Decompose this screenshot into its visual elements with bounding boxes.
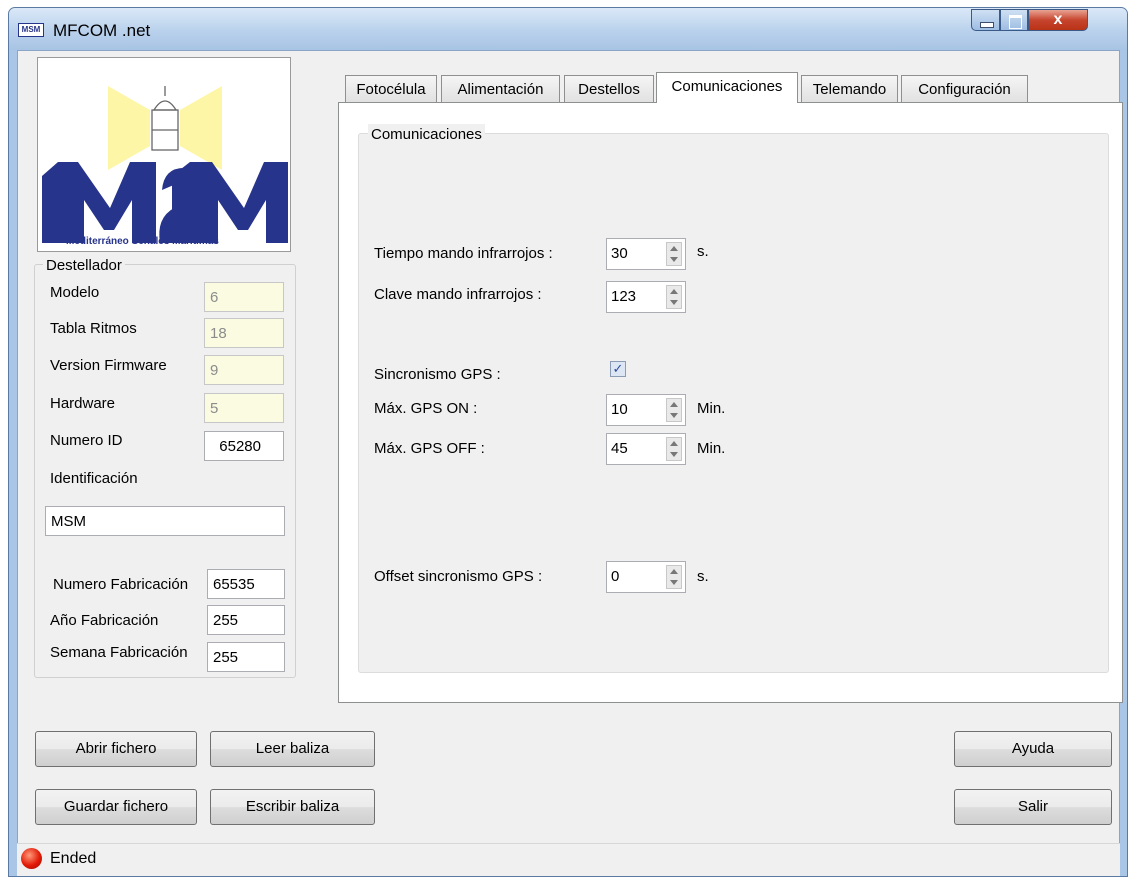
company-logo: Mediterráneo Señales Maritimas: [37, 57, 291, 252]
tab-destellos[interactable]: Destellos: [564, 75, 654, 102]
offset-gps-spinner[interactable]: 0: [606, 561, 686, 593]
numero-fabricacion-field[interactable]: 65535: [207, 569, 285, 599]
close-button[interactable]: x: [1028, 9, 1088, 31]
semana-fabricacion-label: Semana Fabricación: [50, 644, 188, 661]
offset-gps-unit: s.: [697, 568, 709, 585]
offset-gps-label: Offset sincronismo GPS :: [374, 568, 543, 585]
minimize-button[interactable]: [971, 9, 1000, 31]
modelo-field[interactable]: 6: [204, 282, 284, 312]
window-title: MFCOM .net: [53, 21, 151, 40]
tab-alimentacion[interactable]: Alimentación: [441, 75, 560, 102]
status-led-icon: [21, 848, 42, 869]
offset-gps-value: 0: [611, 568, 620, 585]
numero-fabricacion-label: Numero Fabricación: [53, 576, 189, 593]
minimize-icon: [980, 22, 994, 28]
title-bar[interactable]: [9, 8, 1127, 50]
clave-ir-value: 123: [611, 288, 637, 305]
numero-id-field[interactable]: 65280: [204, 431, 284, 461]
max-gps-on-unit: Min.: [697, 400, 726, 417]
ano-fabricacion-field[interactable]: 255: [207, 605, 285, 635]
checkmark-icon: ✓: [612, 361, 624, 376]
status-text: Ended: [50, 850, 97, 867]
tab-comunicaciones[interactable]: Comunicaciones: [656, 72, 798, 103]
modelo-label: Modelo: [50, 284, 100, 301]
tabla-ritmos-field[interactable]: 18: [204, 318, 284, 348]
version-firmware-label: Version Firmware: [50, 357, 167, 374]
identificacion-label: Identificación: [50, 470, 138, 487]
maximize-icon: [1009, 15, 1022, 29]
hardware-field[interactable]: 5: [204, 393, 284, 423]
numero-id-label: Numero ID: [50, 432, 123, 449]
logo-caption: Mediterráneo Señales Maritimas: [66, 236, 219, 247]
max-gps-off-value: 45: [611, 440, 628, 457]
clave-ir-label: Clave mando infrarrojos :: [374, 286, 542, 303]
spinner-arrows-icon[interactable]: [666, 437, 682, 461]
tiempo-ir-value: 30: [611, 245, 628, 262]
status-bar: [17, 843, 1120, 876]
max-gps-on-label: Máx. GPS ON :: [374, 400, 478, 417]
tiempo-ir-unit: s.: [697, 243, 709, 260]
tab-fotocelula[interactable]: Fotocélula: [345, 75, 437, 102]
hardware-label: Hardware: [50, 395, 116, 412]
tiempo-ir-label: Tiempo mando infrarrojos :: [374, 245, 553, 262]
clave-ir-spinner[interactable]: 123: [606, 281, 686, 313]
leer-baliza-button[interactable]: Leer baliza: [210, 731, 375, 767]
escribir-baliza-button[interactable]: Escribir baliza: [210, 789, 375, 825]
spinner-arrows-icon[interactable]: [666, 285, 682, 309]
tabla-ritmos-label: Tabla Ritmos: [50, 320, 137, 337]
guardar-fichero-button[interactable]: Guardar fichero: [35, 789, 197, 825]
spinner-arrows-icon[interactable]: [666, 565, 682, 589]
spinner-arrows-icon[interactable]: [666, 398, 682, 422]
salir-button[interactable]: Salir: [954, 789, 1112, 825]
max-gps-off-spinner[interactable]: 45: [606, 433, 686, 465]
max-gps-on-spinner[interactable]: 10: [606, 394, 686, 426]
tiempo-ir-spinner[interactable]: 30: [606, 238, 686, 270]
ano-fabricacion-label: Año Fabricación: [50, 612, 159, 629]
max-gps-off-label: Máx. GPS OFF :: [374, 440, 485, 457]
sincronismo-gps-label: Sincronismo GPS :: [374, 366, 501, 383]
logo-graphic: [42, 86, 288, 243]
close-icon: x: [1053, 11, 1063, 28]
comunicaciones-group-label: Comunicaciones: [368, 124, 485, 146]
destellador-group-label: Destellador: [43, 255, 125, 277]
sincronismo-gps-checkbox[interactable]: ✓: [610, 361, 626, 377]
spinner-arrows-icon[interactable]: [666, 242, 682, 266]
app-icon: MSM: [18, 23, 44, 37]
max-gps-off-unit: Min.: [697, 440, 726, 457]
abrir-fichero-button[interactable]: Abrir fichero: [35, 731, 197, 767]
semana-fabricacion-field[interactable]: 255: [207, 642, 285, 672]
ayuda-button[interactable]: Ayuda: [954, 731, 1112, 767]
maximize-button[interactable]: [1000, 9, 1028, 31]
identificacion-field[interactable]: MSM: [45, 506, 285, 536]
tab-telemando[interactable]: Telemando: [801, 75, 898, 102]
max-gps-on-value: 10: [611, 401, 628, 418]
tab-configuracion[interactable]: Configuración: [901, 75, 1028, 102]
version-firmware-field[interactable]: 9: [204, 355, 284, 385]
